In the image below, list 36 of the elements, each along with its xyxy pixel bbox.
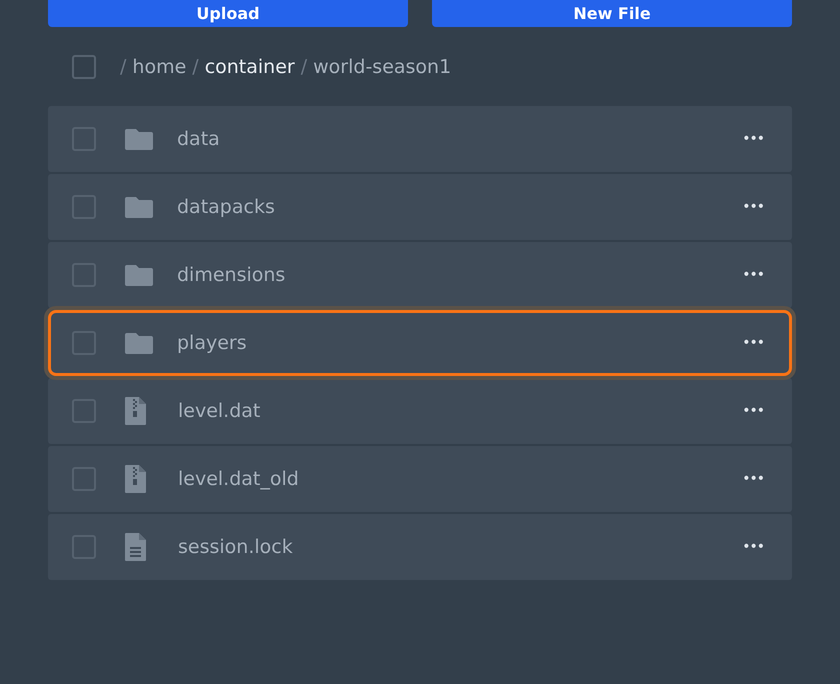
more-menu[interactable]: ••• [738, 399, 768, 423]
more-menu[interactable]: ••• [738, 535, 768, 559]
path-separator: / [300, 56, 308, 78]
file-name[interactable]: datapacks [177, 196, 738, 218]
file-row[interactable]: dimensions ••• [48, 242, 792, 308]
file-name[interactable]: level.dat [178, 400, 738, 422]
more-menu[interactable]: ••• [738, 263, 768, 287]
zip-file-icon [125, 397, 146, 425]
file-name[interactable]: dimensions [177, 264, 738, 286]
file-row[interactable]: session.lock ••• [48, 514, 792, 580]
path-link[interactable]: world-season1 [313, 56, 452, 78]
more-menu[interactable]: ••• [738, 331, 768, 355]
folder-icon [125, 264, 153, 286]
file-name[interactable]: data [177, 128, 738, 150]
folder-icon [125, 332, 153, 354]
file-row[interactable]: level.dat_old ••• [48, 446, 792, 512]
document-icon [125, 533, 146, 561]
checkbox[interactable] [72, 54, 96, 78]
path-link[interactable]: home [132, 56, 186, 78]
more-menu[interactable]: ••• [738, 127, 768, 151]
file-name[interactable]: level.dat_old [178, 468, 738, 490]
folder-icon [125, 196, 153, 218]
file-row[interactable]: datapacks ••• [48, 174, 792, 240]
action-button[interactable]: New File [432, 0, 792, 27]
file-name[interactable]: players [177, 332, 738, 354]
more-menu[interactable]: ••• [738, 467, 768, 491]
path-separator: / [192, 56, 199, 78]
folder-icon [125, 128, 153, 150]
file-row[interactable]: level.dat ••• [48, 378, 792, 444]
file-row[interactable]: data ••• [48, 106, 792, 172]
action-button[interactable]: Upload [48, 0, 408, 27]
path-separator: / [120, 56, 126, 78]
file-name[interactable]: session.lock [178, 536, 738, 558]
more-menu[interactable]: ••• [738, 195, 768, 219]
path-link[interactable]: container [204, 56, 295, 78]
zip-file-icon [125, 465, 146, 493]
